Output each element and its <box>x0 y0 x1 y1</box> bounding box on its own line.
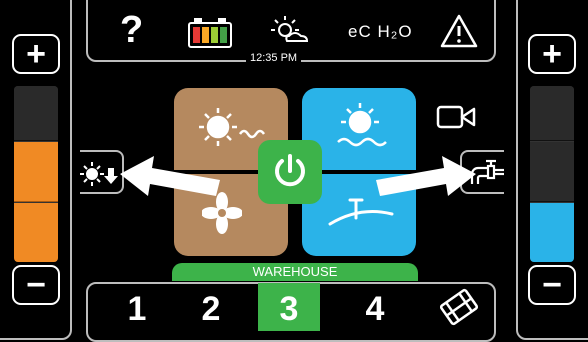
minus-icon: − <box>26 266 46 304</box>
warning-icon[interactable] <box>440 14 478 48</box>
battery-cell <box>193 27 200 43</box>
power-icon <box>275 154 305 187</box>
battery-icon <box>188 18 234 48</box>
arrow-left-icon <box>120 156 220 196</box>
help-icon[interactable]: ? <box>120 10 143 50</box>
clock-time: 12:35 PM <box>246 52 302 64</box>
tab-3[interactable]: 3 <box>264 287 314 331</box>
right-increase-button[interactable]: + <box>528 34 576 74</box>
bar-segment-filled <box>14 203 58 262</box>
arrow-right-icon <box>376 156 476 196</box>
right-level-bar[interactable] <box>530 86 574 262</box>
camera-icon[interactable] <box>436 104 476 130</box>
left-increase-button[interactable]: + <box>12 34 60 74</box>
bar-segment <box>530 86 574 141</box>
sun-down-icon <box>80 162 118 186</box>
battery-cell <box>220 27 227 43</box>
tab-4[interactable]: 4 <box>350 287 400 331</box>
bar-segment <box>14 86 58 141</box>
bar-segment-filled <box>14 142 58 202</box>
power-button[interactable] <box>258 140 322 204</box>
battery-cell <box>211 27 218 43</box>
plus-icon: + <box>26 35 46 73</box>
tab-1[interactable]: 1 <box>112 287 162 331</box>
tab-2[interactable]: 2 <box>186 287 236 331</box>
weather-icon <box>271 16 309 42</box>
sun-water-icon <box>337 103 387 147</box>
left-level-bar[interactable] <box>14 86 58 262</box>
right-decrease-button[interactable]: − <box>528 265 576 305</box>
left-decrease-button[interactable]: − <box>12 265 60 305</box>
film-icon[interactable] <box>438 286 480 328</box>
bar-segment-filled <box>530 203 574 262</box>
zone-label: WAREHOUSE <box>172 263 418 281</box>
minus-icon: − <box>542 266 562 304</box>
eco-water-label: eC H₂O <box>348 22 413 41</box>
plus-icon: + <box>542 35 562 73</box>
bar-segment <box>530 142 574 202</box>
battery-cell <box>202 27 209 43</box>
